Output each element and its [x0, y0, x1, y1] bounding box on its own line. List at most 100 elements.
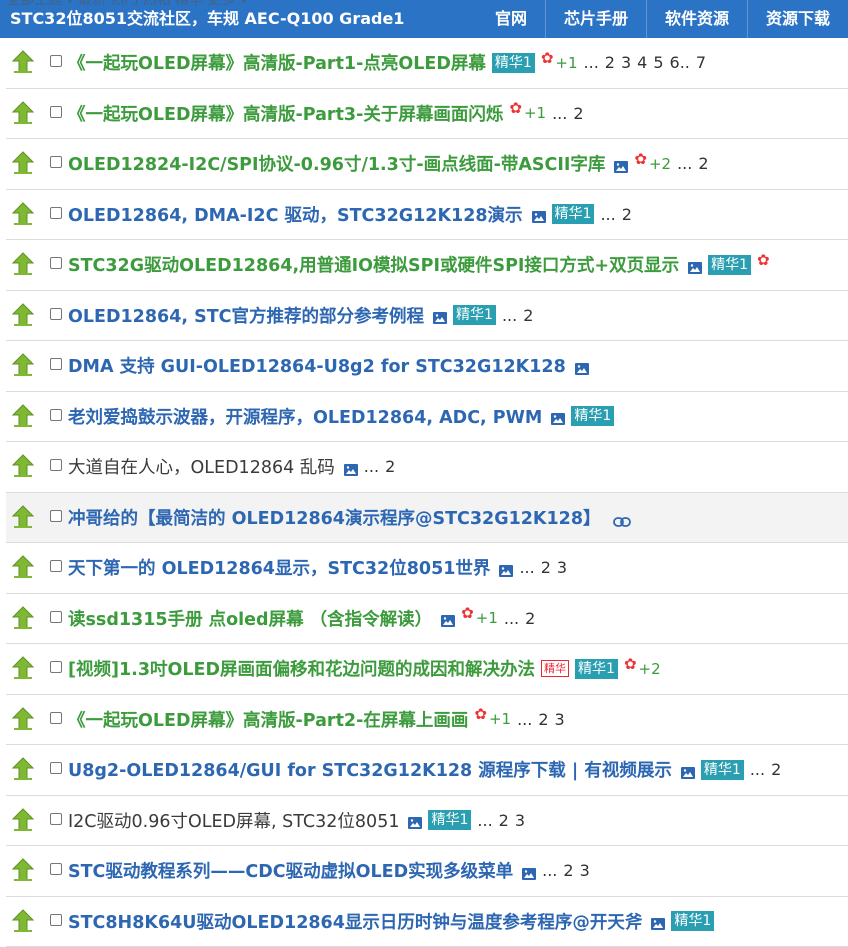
thread-checkbox[interactable] — [50, 712, 62, 724]
thread-checkbox[interactable] — [50, 106, 62, 118]
flower-icon: ✿ — [634, 150, 647, 168]
new-post-arrow-icon — [12, 606, 34, 630]
thread-row: OLED12864, DMA-I2C 驱动，STC32G12K128演示精华1.… — [6, 190, 848, 241]
thread-title-link[interactable]: 大道自在人心，OLED12864 乱码 — [68, 454, 335, 479]
page-link[interactable]: 3 — [515, 811, 525, 830]
page-link[interactable]: 2 — [523, 306, 533, 325]
thread-title-link[interactable]: I2C驱动0.96寸OLED屏幕, STC32位8051 — [68, 808, 399, 833]
thread-title-link[interactable]: U8g2-OLED12864/GUI for STC32G12K128 源程序下… — [68, 757, 672, 782]
thread-checkbox[interactable] — [50, 661, 62, 673]
thread-line: 冲哥给的【最简洁的 OLED12864演示程序@STC32G12K128】 — [68, 493, 631, 542]
thread-row: DMA 支持 GUI-OLED12864-U8g2 for STC32G12K1… — [6, 341, 848, 392]
thread-title-link[interactable]: 老刘爱捣鼓示波器，开源程序，OLED12864, ADC, PWM — [68, 404, 542, 429]
thread-title-link[interactable]: 《一起玩OLED屏幕》高清版-Part1-点亮OLED屏幕 — [68, 50, 486, 75]
nav-chip-manual[interactable]: 芯片手册 — [545, 0, 646, 38]
thread-checkbox[interactable] — [50, 257, 62, 269]
thread-line: 《一起玩OLED屏幕》高清版-Part3-关于屏幕画面闪烁✿+1...2 — [68, 89, 584, 138]
page-link[interactable]: 2 — [698, 154, 708, 173]
thread-checkbox[interactable] — [50, 207, 62, 219]
page-link[interactable]: 3 — [555, 710, 565, 729]
page-link[interactable]: 6 — [670, 53, 680, 72]
thread-title-link[interactable]: 读ssd1315手册 点oled屏幕 （含指令解读） — [68, 606, 432, 631]
nav-downloads[interactable]: 资源下载 — [747, 0, 848, 38]
image-attachment-icon — [522, 865, 536, 877]
thread-title-link[interactable]: 《一起玩OLED屏幕》高清版-Part2-在屏幕上画画 — [68, 707, 468, 732]
page-links: ... 23 — [477, 811, 525, 830]
page-link[interactable]: 2 — [573, 104, 583, 123]
nav-software[interactable]: 软件资源 — [646, 0, 747, 38]
thread-checkbox[interactable] — [50, 611, 62, 623]
thread-row: 《一起玩OLED屏幕》高清版-Part2-在屏幕上画画✿+1...23 — [6, 695, 848, 746]
thread-title-link[interactable]: OLED12864, DMA-I2C 驱动，STC32G12K128演示 — [68, 202, 523, 227]
thread-title-link[interactable]: STC32G驱动OLED12864,用普通IO模拟SPI或硬件SPI接口方式+双… — [68, 252, 679, 277]
page-link[interactable]: 2 — [563, 861, 573, 880]
thread-title-link[interactable]: OLED12864, STC官方推荐的部分参考例程 — [68, 303, 424, 328]
thread-line: 大道自在人心，OLED12864 乱码...2 — [68, 442, 395, 491]
thread-checkbox[interactable] — [50, 55, 62, 67]
page-link[interactable]: 3 — [557, 558, 567, 577]
thread-checkbox[interactable] — [50, 308, 62, 320]
nav-official-site[interactable]: 官网 — [477, 0, 545, 38]
page-link[interactable]: 3 — [621, 53, 631, 72]
page-link[interactable]: 4 — [637, 53, 647, 72]
page-links: ... 2 — [600, 205, 631, 224]
page-link[interactable]: 2 — [538, 710, 548, 729]
thread-checkbox[interactable] — [50, 863, 62, 875]
page-link[interactable]: 2 — [385, 457, 395, 476]
new-post-arrow-icon — [12, 454, 34, 478]
thread-line: DMA 支持 GUI-OLED12864-U8g2 for STC32G12K1… — [68, 341, 589, 390]
page-ellipsis: ... — [477, 811, 492, 830]
image-attachment-icon — [614, 158, 628, 170]
new-post-arrow-icon — [12, 303, 34, 327]
page-links: ...2 — [552, 104, 583, 123]
page-ellipsis: ... — [584, 53, 599, 72]
thread-checkbox[interactable] — [50, 409, 62, 421]
thread-checkbox[interactable] — [50, 762, 62, 774]
page-link[interactable]: 2 — [771, 760, 781, 779]
digest-badge: 精华1 — [701, 760, 744, 780]
thread-title-link[interactable]: DMA 支持 GUI-OLED12864-U8g2 for STC32G12K1… — [68, 353, 566, 378]
thread-checkbox[interactable] — [50, 560, 62, 572]
page-link[interactable]: 2 — [622, 205, 632, 224]
rating-count: +2 — [639, 660, 661, 678]
page-link[interactable]: 3 — [580, 861, 590, 880]
thread-checkbox[interactable] — [50, 813, 62, 825]
page-link[interactable]: 2 — [525, 609, 535, 628]
forum-title: STC32位8051交流社区，车规 AEC-Q100 Grade1 — [10, 0, 404, 38]
new-post-arrow-icon — [12, 252, 34, 276]
page-links: ...2 — [677, 154, 708, 173]
thread-row: 《一起玩OLED屏幕》高清版-Part3-关于屏幕画面闪烁✿+1...2 — [6, 89, 848, 140]
thread-title-link[interactable]: STC8H8K64U驱动OLED12864显示日历时钟与温度参考程序@开天斧 — [68, 909, 642, 934]
thread-title-link[interactable]: OLED12824-I2C/SPI协议-0.96寸/1.3寸-画点线面-带ASC… — [68, 151, 605, 176]
flower-icon: ✿ — [624, 655, 637, 673]
digest-badge: 精华1 — [428, 810, 471, 830]
thread-title-link[interactable]: 冲哥给的【最简洁的 OLED12864演示程序@STC32G12K128】 — [68, 505, 601, 530]
thread-row: OLED12864, STC官方推荐的部分参考例程精华1...2 — [6, 291, 848, 342]
digest-stamp: 精华 — [541, 660, 569, 677]
thread-row: 大道自在人心，OLED12864 乱码...2 — [6, 442, 848, 493]
thread-line: [视频]1.3吋OLED屏画面偏移和花边问题的成因和解决办法精华精华1✿+2 — [68, 644, 661, 693]
thread-title-link[interactable]: 《一起玩OLED屏幕》高清版-Part3-关于屏幕画面闪烁 — [68, 101, 503, 126]
page-link[interactable]: 2 — [605, 53, 615, 72]
page-ellipsis: ... — [600, 205, 615, 224]
thread-checkbox[interactable] — [50, 459, 62, 471]
image-attachment-icon — [651, 915, 665, 927]
thread-line: STC驱动教程系列——CDC驱动虚拟OLED实现多级菜单...23 — [68, 846, 590, 895]
page-link[interactable]: 5 — [653, 53, 663, 72]
thread-checkbox[interactable] — [50, 510, 62, 522]
page-links: ...2 — [750, 760, 781, 779]
image-attachment-icon — [551, 410, 565, 422]
digest-badge: 精华1 — [571, 406, 614, 426]
thread-checkbox[interactable] — [50, 358, 62, 370]
thread-checkbox[interactable] — [50, 156, 62, 168]
image-attachment-icon — [575, 360, 589, 372]
thread-title-link[interactable]: STC驱动教程系列——CDC驱动虚拟OLED实现多级菜单 — [68, 858, 513, 883]
thread-checkbox[interactable] — [50, 914, 62, 926]
thread-title-link[interactable]: [视频]1.3吋OLED屏画面偏移和花边问题的成因和解决办法 — [68, 656, 535, 681]
thread-row: STC驱动教程系列——CDC驱动虚拟OLED实现多级菜单...23 — [6, 846, 848, 897]
page-link[interactable]: 7 — [696, 53, 706, 72]
thread-title-link[interactable]: 天下第一的 OLED12864显示，STC32位8051世界 — [68, 555, 490, 580]
page-link[interactable]: 2 — [499, 811, 509, 830]
thread-row: STC32G驱动OLED12864,用普通IO模拟SPI或硬件SPI接口方式+双… — [6, 240, 848, 291]
page-link[interactable]: 2 — [541, 558, 551, 577]
